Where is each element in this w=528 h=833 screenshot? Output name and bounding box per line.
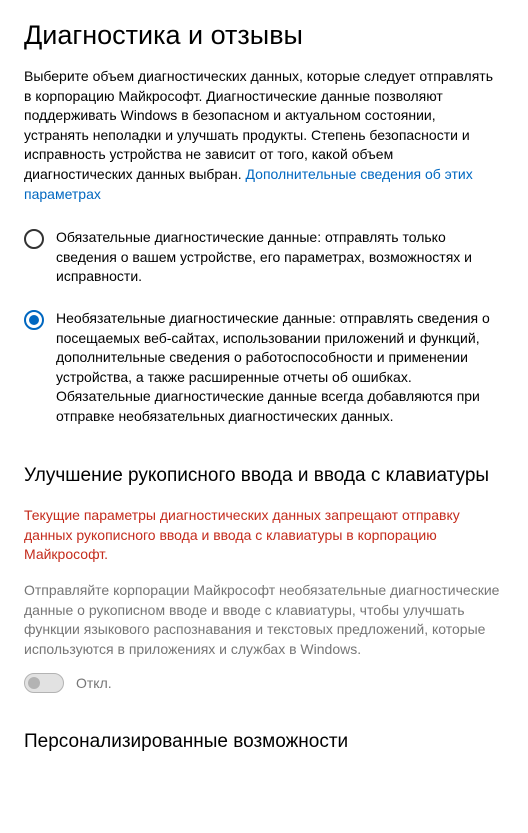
radio-required-data[interactable]: Обязательные диагностические данные: отп… xyxy=(24,228,504,287)
radio-circle-selected-icon xyxy=(24,310,44,330)
radio-required-label: Обязательные диагностические данные: отп… xyxy=(56,228,504,287)
page-title: Диагностика и отзывы xyxy=(24,20,504,51)
intro-text: Выберите объем диагностических данных, к… xyxy=(24,68,493,182)
inking-toggle-row: Откл. xyxy=(24,673,504,693)
radio-circle-icon xyxy=(24,229,44,249)
radio-optional-label: Необязательные диагностические данные: о… xyxy=(56,309,504,427)
radio-optional-data[interactable]: Необязательные диагностические данные: о… xyxy=(24,309,504,427)
intro-paragraph: Выберите объем диагностических данных, к… xyxy=(24,67,504,204)
inking-description-text: Отправляйте корпорации Майкрософт необяз… xyxy=(24,581,504,659)
inking-section-title: Улучшение рукописного ввода и ввода с кл… xyxy=(24,463,504,489)
toggle-knob-icon xyxy=(28,677,40,689)
inking-toggle[interactable] xyxy=(24,673,64,693)
inking-toggle-label: Откл. xyxy=(76,675,112,691)
personalization-section-title: Персонализированные возможности xyxy=(24,729,504,755)
inking-warning-text: Текущие параметры диагностических данных… xyxy=(24,506,504,565)
diagnostic-data-radio-group: Обязательные диагностические данные: отп… xyxy=(24,228,504,426)
